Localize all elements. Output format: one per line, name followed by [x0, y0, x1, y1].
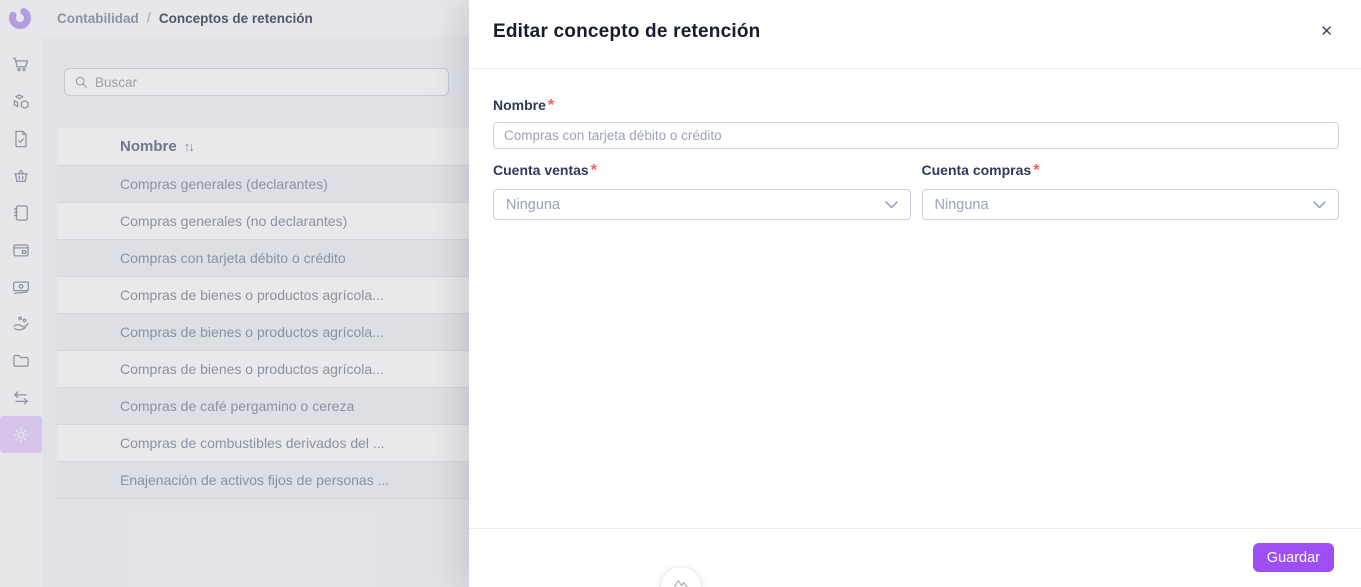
modal-body: Nombre* Cuenta ventas* Ninguna Cuenta co…	[469, 69, 1361, 528]
required-mark: *	[547, 97, 555, 114]
app-root: Contabilidad / Conceptos de retención No…	[0, 0, 1361, 587]
chevron-down-icon	[1313, 200, 1326, 208]
cuenta-ventas-select[interactable]: Ninguna	[493, 189, 911, 220]
modal-header: Editar concepto de retención ✕	[469, 0, 1361, 69]
close-icon[interactable]: ✕	[1320, 24, 1333, 39]
field-nombre: Nombre *	[493, 97, 1339, 149]
chevron-down-icon	[884, 200, 898, 208]
modal-footer: Guardar	[469, 528, 1361, 587]
required-mark: *	[1033, 162, 1040, 179]
required-mark: *	[590, 162, 597, 179]
modal-title: Editar concepto de retención	[493, 21, 761, 42]
nombre-input[interactable]	[493, 122, 1339, 149]
mountain-icon	[673, 579, 688, 587]
cuenta-compras-select[interactable]: Ninguna	[921, 189, 1339, 220]
field-label-nombre: Nombre	[493, 97, 546, 113]
field-label-cuenta-compras: Cuenta compras	[921, 162, 1032, 178]
field-cuenta-compras: Cuenta compras * Ninguna	[921, 162, 1339, 220]
cuenta-compras-value: Ninguna	[934, 196, 989, 213]
edit-concept-modal: Editar concepto de retención ✕ Nombre * C…	[469, 0, 1361, 587]
accounts-row: Cuenta ventas * Ninguna Cuenta compras * N…	[493, 162, 1339, 220]
field-label-cuenta-ventas: Cuenta ventas	[493, 162, 589, 178]
save-button[interactable]: Guardar	[1252, 543, 1334, 572]
field-cuenta-ventas: Cuenta ventas * Ninguna	[493, 162, 911, 220]
cuenta-ventas-value: Ninguna	[506, 196, 561, 213]
